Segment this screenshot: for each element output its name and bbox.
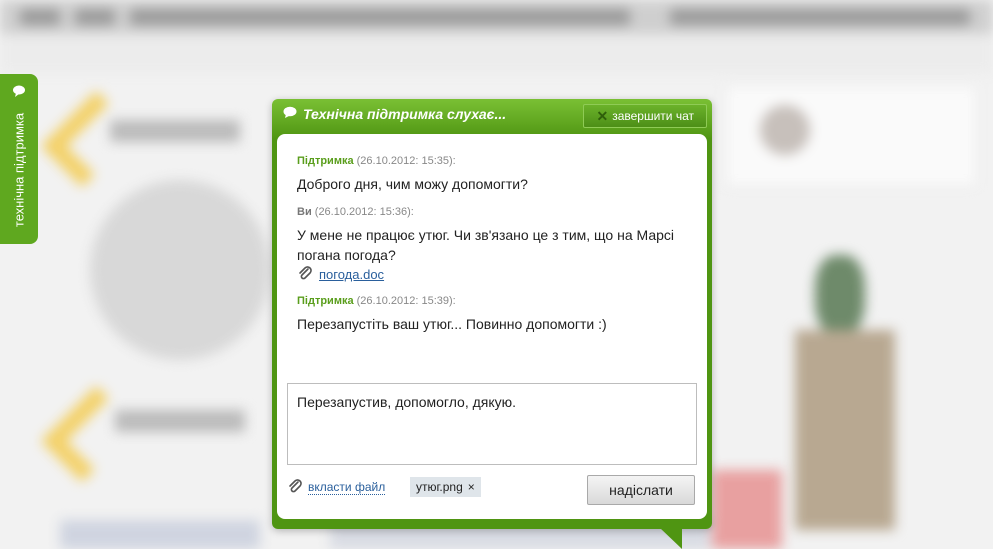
- chat-message: Підтримка (26.10.2012: 15:39): Перезапус…: [297, 295, 687, 334]
- attach-file-label: вкласти файл: [308, 480, 386, 495]
- close-icon: ✕: [596, 107, 609, 124]
- end-chat-button[interactable]: ✕ завершити чат: [583, 104, 707, 128]
- background-topbar: [0, 0, 993, 34]
- support-chat-window: Технічна підтримка слухає... ✕ завершити…: [272, 99, 712, 529]
- chat-bubble-icon: [283, 106, 297, 122]
- message-input[interactable]: Перезапустив, допомогло, дякую.: [288, 384, 696, 464]
- chat-body: Підтримка (26.10.2012: 15:35): Доброго д…: [277, 134, 707, 519]
- attachment-link[interactable]: погода.doc: [319, 267, 384, 282]
- chat-message: Ви (26.10.2012: 15:36): У мене не працює…: [297, 206, 687, 284]
- attached-file-name: утюг.png: [416, 480, 463, 494]
- message-text: Доброго дня, чим можу допомогти?: [297, 176, 528, 192]
- chat-message: Підтримка (26.10.2012: 15:35): Доброго д…: [297, 155, 687, 194]
- support-side-tab[interactable]: технічна підтримка: [0, 74, 38, 244]
- message-time: (26.10.2012: 15:39):: [356, 295, 456, 307]
- attached-file-chip: утюг.png ×: [410, 477, 481, 497]
- message-text: Перезапустіть ваш утюг... Повинно допомо…: [297, 316, 607, 332]
- remove-file-icon[interactable]: ×: [468, 480, 475, 494]
- message-input-box: Перезапустив, допомогло, дякую.: [287, 383, 697, 465]
- message-time: (26.10.2012: 15:36):: [314, 206, 414, 218]
- chat-bubble-icon: [12, 84, 26, 103]
- paperclip-icon: [297, 265, 313, 284]
- chat-window-tail: [660, 528, 682, 549]
- attach-file-button[interactable]: вкласти файл: [287, 478, 386, 497]
- paperclip-icon: [287, 478, 303, 497]
- support-side-tab-label: технічна підтримка: [11, 112, 27, 228]
- message-time: (26.10.2012: 15:35):: [356, 155, 456, 167]
- message-author: Підтримка: [297, 295, 354, 307]
- send-button[interactable]: надіслати: [587, 475, 695, 505]
- chat-title-text: Технічна підтримка слухає...: [303, 106, 507, 122]
- message-text: У мене не працює утюг. Чи зв'язано це з …: [297, 227, 674, 263]
- message-author: Ви: [297, 206, 312, 218]
- chat-title: Технічна підтримка слухає...: [283, 106, 506, 122]
- message-author: Підтримка: [297, 155, 354, 167]
- end-chat-label: завершити чат: [612, 109, 694, 123]
